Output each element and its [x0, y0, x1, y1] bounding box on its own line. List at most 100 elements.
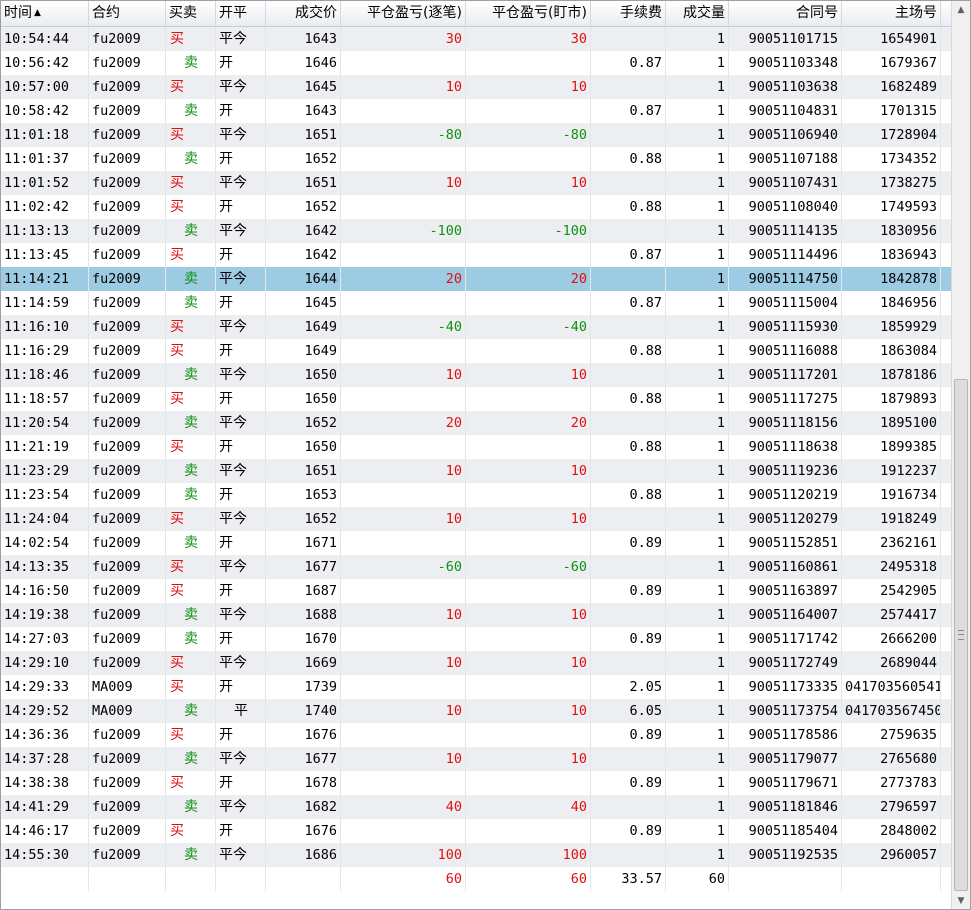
cell-fee: 0.87 [591, 291, 666, 315]
table-row[interactable]: 11:14:21 fu2009 卖平今 1644 20 20 1 90051114750 184… [1, 267, 951, 291]
table-row[interactable]: 11:24:04 fu2009 买平今 1652 10 10 1 90051120279 191… [1, 507, 951, 531]
cell-price: 1687 [266, 579, 341, 603]
cell-price: 1649 [266, 339, 341, 363]
cell-price: 1651 [266, 459, 341, 483]
cell-fee [591, 27, 666, 51]
cell-time: 11:23:29 [1, 459, 89, 483]
column-header-label: 开平 [219, 5, 247, 21]
cell-contract-no: 90051104831 [729, 99, 842, 123]
scroll-thumb[interactable] [954, 379, 968, 891]
cell-exchange-no: 1878186 [842, 363, 941, 387]
cell-side: 买 [166, 243, 216, 267]
table-row[interactable]: 11:21:19 fu2009 买开 1650 0.88 1 90051118638 1899… [1, 435, 951, 459]
table-row[interactable]: 14:37:28 fu2009 卖平今 1677 10 10 1 90051179077 276… [1, 747, 951, 771]
cell-pnl-trade: 10 [341, 507, 466, 531]
table-row[interactable]: 10:54:44 fu2009 买平今 1643 30 30 1 90051101715 165… [1, 27, 951, 51]
cell-pnl-trade: 10 [341, 747, 466, 771]
cell-contract-no: 90051115004 [729, 291, 842, 315]
cell-pnl-trade: 10 [341, 603, 466, 627]
table-row[interactable]: 14:19:38 fu2009 卖平今 1688 10 10 1 90051164007 257… [1, 603, 951, 627]
column-header-volume[interactable]: 成交量 [666, 1, 729, 26]
table-row[interactable]: 11:18:57 fu2009 买开 1650 0.88 1 90051117275 1879… [1, 387, 951, 411]
cell-pnl-trade [341, 291, 466, 315]
cell-volume: 1 [666, 435, 729, 459]
cell-pnl-mark [466, 483, 591, 507]
cell-fee [591, 171, 666, 195]
cell-pnl-trade [341, 771, 466, 795]
table-row[interactable]: 11:02:42 fu2009 买开 1652 0.88 1 90051108040 1749… [1, 195, 951, 219]
cell-pnl-mark [466, 243, 591, 267]
table-row[interactable]: 11:01:52 fu2009 买平今 1651 10 10 1 90051107431 173… [1, 171, 951, 195]
table-row[interactable]: 11:01:18 fu2009 买平今 1651 -80 -80 1 90051106940 1… [1, 123, 951, 147]
cell-exchange-no: 1842878 [842, 267, 941, 291]
table-row[interactable]: 10:56:42 fu2009 卖开 1646 0.87 1 90051103348 1679… [1, 51, 951, 75]
cell-offset: 平今 [216, 603, 266, 627]
column-header-offset[interactable]: 开平 [216, 1, 266, 26]
table-row[interactable]: 14:55:30 fu2009 卖平今 1686 100 100 1 90051192535 2… [1, 843, 951, 867]
table-row[interactable]: 14:02:54 fu2009 卖开 1671 0.89 1 90051152851 2362… [1, 531, 951, 555]
table-row[interactable]: 14:29:33 MA009 买开 1739 2.05 1 90051173335 04170… [1, 675, 951, 699]
cell-pnl-trade: -40 [341, 315, 466, 339]
column-header-time[interactable]: 时间 ▲ [1, 1, 89, 26]
column-header-exchange-no[interactable]: 主场号 [842, 1, 941, 26]
cell-volume: 1 [666, 147, 729, 171]
cell-pnl-mark [466, 579, 591, 603]
table-row[interactable]: 10:58:42 fu2009 卖开 1643 0.87 1 90051104831 1701… [1, 99, 951, 123]
table-row[interactable]: 11:01:37 fu2009 卖开 1652 0.88 1 90051107188 1734… [1, 147, 951, 171]
table-row[interactable]: 11:23:29 fu2009 卖平今 1651 10 10 1 90051119236 191… [1, 459, 951, 483]
cell-fee [591, 603, 666, 627]
cell-fee: 6.05 [591, 699, 666, 723]
table-row[interactable]: 11:13:13 fu2009 卖平今 1642 -100 -100 1 9005111413… [1, 219, 951, 243]
vertical-scrollbar[interactable]: ▲ ▼ [951, 1, 970, 909]
cell-price: 1642 [266, 243, 341, 267]
cell-exchange-no: 1836943 [842, 243, 941, 267]
cell-fee [591, 411, 666, 435]
cell-fee [591, 315, 666, 339]
cell-pnl-mark [466, 531, 591, 555]
table-row[interactable]: 11:20:54 fu2009 卖平今 1652 20 20 1 90051118156 189… [1, 411, 951, 435]
cell-contract-no: 90051107188 [729, 147, 842, 171]
table-row[interactable]: 14:46:17 fu2009 买开 1676 0.89 1 90051185404 2848… [1, 819, 951, 843]
column-header-price[interactable]: 成交价 [266, 1, 341, 26]
cell-pnl-mark [466, 675, 591, 699]
cell-side: 卖 [166, 627, 216, 651]
cell-time: 11:01:37 [1, 147, 89, 171]
scroll-down-icon[interactable]: ▼ [952, 892, 970, 909]
column-header-contract[interactable]: 合约 [89, 1, 166, 26]
cell-side: 卖 [166, 291, 216, 315]
table-row[interactable]: 11:23:54 fu2009 卖开 1653 0.88 1 90051120219 1916… [1, 483, 951, 507]
cell-time: 14:37:28 [1, 747, 89, 771]
table-row[interactable]: 14:13:35 fu2009 买平今 1677 -60 -60 1 90051160861 2… [1, 555, 951, 579]
column-header-fee[interactable]: 手续费 [591, 1, 666, 26]
table-row[interactable]: 11:18:46 fu2009 卖平今 1650 10 10 1 90051117201 187… [1, 363, 951, 387]
cell-time: 14:46:17 [1, 819, 89, 843]
scroll-up-icon[interactable]: ▲ [952, 1, 970, 18]
table-row[interactable]: 14:16:50 fu2009 买开 1687 0.89 1 90051163897 2542… [1, 579, 951, 603]
table-row[interactable]: 14:41:29 fu2009 卖平今 1682 40 40 1 90051181846 279… [1, 795, 951, 819]
cell-side: 卖 [166, 99, 216, 123]
table-row[interactable]: 10:57:00 fu2009 买平今 1645 10 10 1 90051103638 168… [1, 75, 951, 99]
cell-pnl-trade [341, 99, 466, 123]
cell-pnl-trade: 40 [341, 795, 466, 819]
column-header-contract-no[interactable]: 合同号 [729, 1, 842, 26]
table-row[interactable]: 14:29:10 fu2009 买平今 1669 10 10 1 90051172749 268… [1, 651, 951, 675]
table-row[interactable]: 14:38:38 fu2009 买开 1678 0.89 1 90051179671 2773… [1, 771, 951, 795]
cell-exchange-no: 1679367 [842, 51, 941, 75]
cell-pnl-mark [466, 387, 591, 411]
cell-pnl-trade [341, 339, 466, 363]
column-header-side[interactable]: 买卖 [166, 1, 216, 26]
table-row[interactable]: 11:16:10 fu2009 买平今 1649 -40 -40 1 90051115930 1… [1, 315, 951, 339]
table-row[interactable]: 14:27:03 fu2009 卖开 1670 0.89 1 90051171742 2666… [1, 627, 951, 651]
cell-side: 买 [166, 675, 216, 699]
column-header-pnl-trade[interactable]: 平仓盈亏(逐笔) [341, 1, 466, 26]
table-row[interactable]: 14:29:52 MA009 卖平 1740 10 10 6.05 1 90051173754 0… [1, 699, 951, 723]
cell-volume: 1 [666, 387, 729, 411]
table-row[interactable]: 11:13:45 fu2009 买开 1642 0.87 1 90051114496 1836… [1, 243, 951, 267]
cell-exchange-no: 1734352 [842, 147, 941, 171]
column-header-pnl-mark[interactable]: 平仓盈亏(盯市) [466, 1, 591, 26]
table-row[interactable]: 11:16:29 fu2009 买开 1649 0.88 1 90051116088 1863… [1, 339, 951, 363]
table-row[interactable]: 14:36:36 fu2009 买开 1676 0.89 1 90051178586 2759… [1, 723, 951, 747]
cell-offset: 平今 [216, 363, 266, 387]
table-row[interactable]: 11:14:59 fu2009 卖开 1645 0.87 1 90051115004 1846… [1, 291, 951, 315]
cell-volume: 60 [666, 867, 729, 891]
